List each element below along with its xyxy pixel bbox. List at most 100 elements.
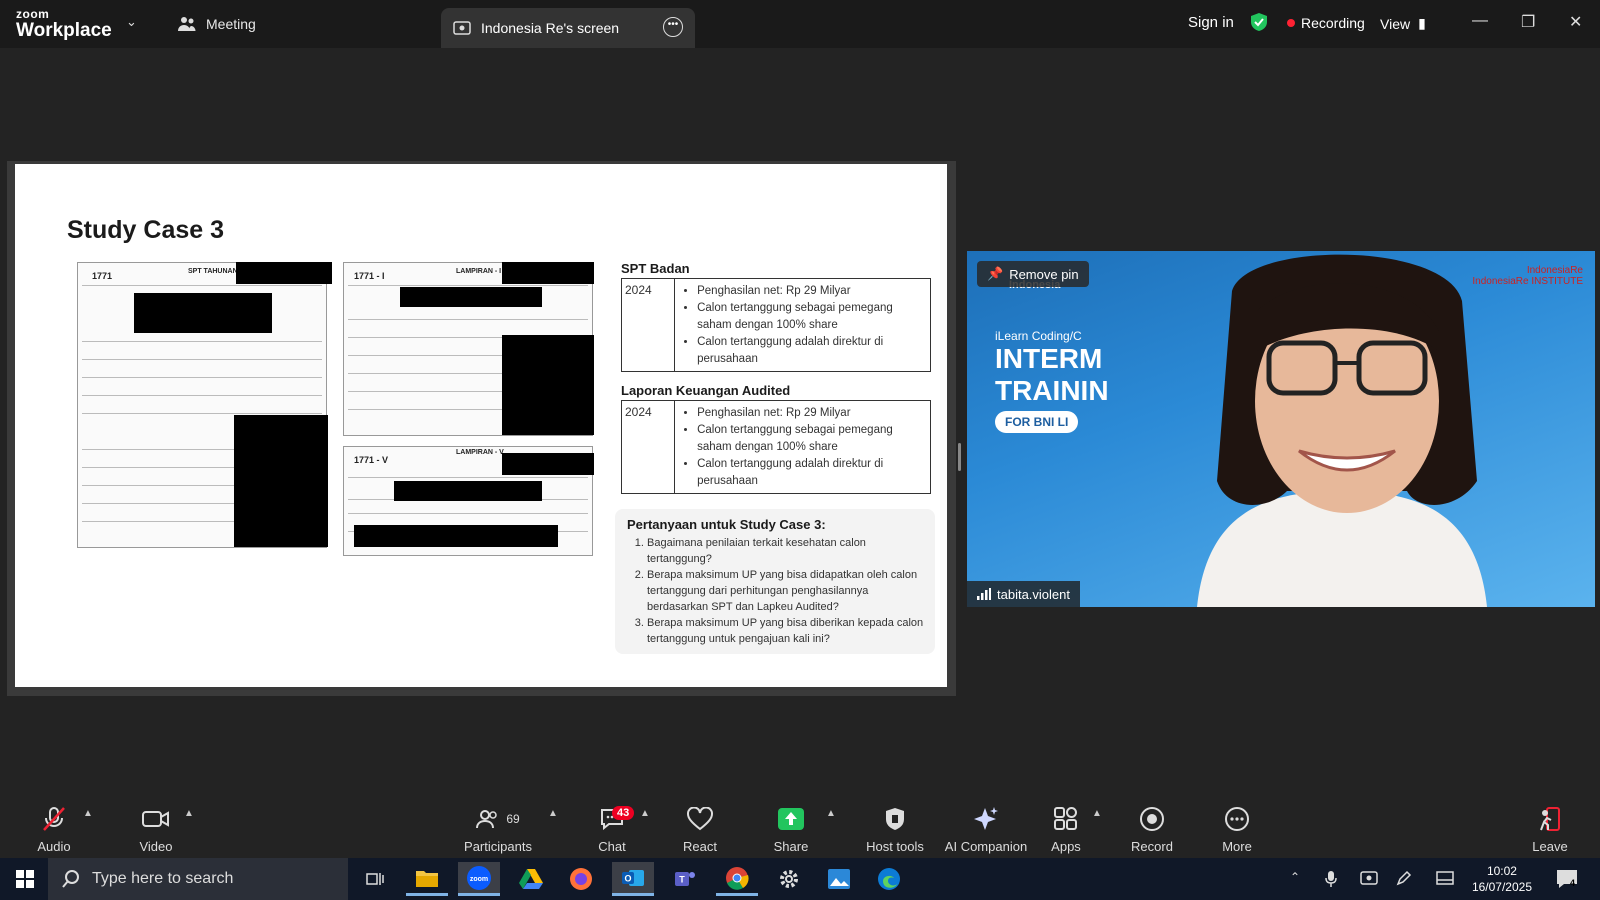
more-icon	[1225, 807, 1249, 831]
participant-name: tabita.violent	[997, 586, 1070, 602]
banner-small-text: iLearn Coding/C	[995, 329, 1082, 343]
pinned-video-tile[interactable]: iLearn Coding/C INTERM TRAININ FOR BNI L…	[967, 251, 1595, 607]
zoom-app-icon[interactable]: zoom	[458, 862, 500, 896]
view-button[interactable]: View ▮	[1380, 15, 1426, 32]
host-tools-button[interactable]: Host tools	[850, 798, 940, 858]
firefox-icon[interactable]	[560, 862, 602, 896]
notifications-button[interactable]: 4	[1556, 869, 1578, 894]
tab-meeting-label: Meeting	[206, 16, 256, 32]
task-view-icon[interactable]	[354, 862, 396, 896]
redaction-block	[400, 287, 542, 307]
top-bar: zoom Workplace ⌄ Meeting Indonesia Re's …	[0, 0, 1600, 48]
remove-pin-label: Remove pin	[1009, 266, 1079, 282]
outlook-icon[interactable]: O	[612, 862, 654, 896]
list-item: Calon tertanggung adalah direktur di per…	[697, 334, 924, 368]
teams-icon[interactable]: T	[664, 862, 706, 896]
participants-count: 69	[506, 812, 520, 826]
zoom-logo[interactable]: zoom Workplace	[16, 8, 112, 40]
banner-sub: FOR BNI LI	[995, 411, 1079, 433]
audio-button[interactable]: Audio	[28, 798, 80, 858]
restore-icon[interactable]: ❐	[1521, 12, 1535, 32]
participants-label: Participants	[464, 839, 532, 854]
lk-year-cell: 2024	[622, 401, 676, 493]
remove-pin-button[interactable]: 📌 Remove pin	[977, 261, 1089, 287]
people-icon	[178, 17, 196, 31]
participants-button[interactable]: 69 Participants	[460, 798, 536, 858]
react-button[interactable]: React	[678, 798, 722, 858]
record-button[interactable]: Record	[1126, 798, 1178, 858]
apps-button[interactable]: Apps	[1044, 798, 1088, 858]
pen-icon[interactable]	[1396, 870, 1412, 886]
tab-shared-screen[interactable]: Indonesia Re's screen •••	[441, 8, 695, 48]
tab-meeting[interactable]: Meeting	[178, 0, 256, 48]
list-item: Berapa maksimum UP yang bisa diberikan k…	[647, 615, 927, 647]
chat-caret-icon[interactable]: ▲	[640, 808, 650, 819]
spt-items-list: Penghasilan net: Rp 29 Milyar Calon tert…	[675, 279, 930, 371]
microphone-icon[interactable]	[1325, 870, 1337, 888]
chevron-down-icon[interactable]: ⌄	[126, 14, 137, 30]
screen-share-icon	[453, 21, 471, 35]
list-item: Calon tertanggung sebagai pemegang saham…	[697, 300, 924, 334]
minimize-icon[interactable]: —	[1472, 12, 1488, 30]
shield-icon	[886, 808, 904, 830]
participant-video-feed	[1197, 254, 1487, 607]
apps-label: Apps	[1051, 839, 1081, 854]
chrome-icon[interactable]	[716, 862, 758, 896]
tax-form-1771-v: 1771 - V LAMPIRAN - V	[343, 446, 594, 556]
chevron-up-icon[interactable]: ⌃	[1290, 870, 1300, 884]
pin-icon: 📌	[987, 266, 1004, 281]
banner-line1: INTERM	[995, 343, 1103, 374]
video-button[interactable]: Video	[128, 798, 184, 858]
more-button[interactable]: More	[1215, 798, 1259, 858]
spt-table: 2024 Penghasilan net: Rp 29 Milyar Calon…	[621, 278, 931, 372]
close-icon[interactable]: ✕	[1569, 12, 1582, 32]
lk-table: 2024 Penghasilan net: Rp 29 Milyar Calon…	[621, 400, 931, 494]
lk-items-list: Penghasilan net: Rp 29 Milyar Calon tert…	[675, 401, 930, 493]
display-icon[interactable]	[1436, 871, 1454, 885]
meeting-toolbar: Audio ▲ Video ▲ 69 Participants ▲ Chat 4…	[0, 798, 1600, 858]
leave-button[interactable]: Leave	[1530, 798, 1570, 858]
tax-form-1771: 1771 SPT TAHUNAN	[77, 262, 332, 548]
windows-start-icon[interactable]	[16, 870, 34, 888]
edge-icon[interactable]	[868, 862, 910, 896]
form-code-label: 1771 - V	[354, 455, 389, 465]
react-label: React	[683, 839, 717, 854]
ai-companion-button[interactable]: AI Companion	[936, 798, 1036, 858]
form-code-label: 1771	[92, 271, 113, 281]
sign-in-link[interactable]: Sign in	[1188, 14, 1234, 31]
list-item: Berapa maksimum UP yang bisa didapatkan …	[647, 567, 927, 615]
audio-label: Audio	[37, 839, 71, 854]
system-clock[interactable]: 10:02 16/07/2025	[1472, 863, 1532, 895]
windows-taskbar: Type here to search zoom O T ⌃ 10:02 16/…	[0, 858, 1600, 900]
meet-now-icon[interactable]	[1360, 870, 1378, 886]
apps-caret-icon[interactable]: ▲	[1092, 808, 1102, 819]
audio-options-caret-icon[interactable]: ▲	[83, 808, 93, 819]
google-drive-icon[interactable]	[510, 862, 552, 896]
camera-icon	[142, 811, 169, 827]
photos-icon[interactable]	[818, 862, 860, 896]
share-caret-icon[interactable]: ▲	[826, 808, 836, 819]
share-label: Share	[773, 839, 809, 854]
svg-text:O: O	[624, 873, 631, 883]
video-options-caret-icon[interactable]: ▲	[184, 808, 194, 819]
clock-date: 16/07/2025	[1471, 880, 1532, 894]
more-options-icon[interactable]: •••	[663, 17, 683, 37]
participants-caret-icon[interactable]: ▲	[548, 808, 558, 819]
settings-gear-icon[interactable]	[768, 862, 810, 896]
redaction-block	[236, 262, 332, 284]
ai-companion-label: AI Companion	[944, 839, 1028, 854]
list-item: Calon tertanggung adalah direktur di per…	[697, 456, 924, 490]
banner-line2: TRAININ	[995, 375, 1109, 406]
share-button[interactable]: Share	[768, 798, 814, 858]
more-label: More	[1222, 839, 1252, 854]
taskbar-search-input[interactable]: Type here to search	[48, 858, 348, 900]
slide: Study Case 3 1771 SPT TAHUNAN 1771 - I L…	[15, 164, 947, 687]
recording-dot-icon	[1287, 19, 1295, 27]
list-item: Penghasilan net: Rp 29 Milyar	[697, 283, 924, 300]
recording-indicator[interactable]: Recording	[1287, 15, 1365, 31]
security-shield-icon[interactable]	[1250, 12, 1268, 32]
indonesiare-logos: IndonesiaRe IndonesiaRe INSTITUTE	[1472, 265, 1583, 287]
file-explorer-icon[interactable]	[406, 862, 448, 896]
search-icon	[62, 870, 79, 888]
resize-handle[interactable]	[958, 443, 961, 471]
